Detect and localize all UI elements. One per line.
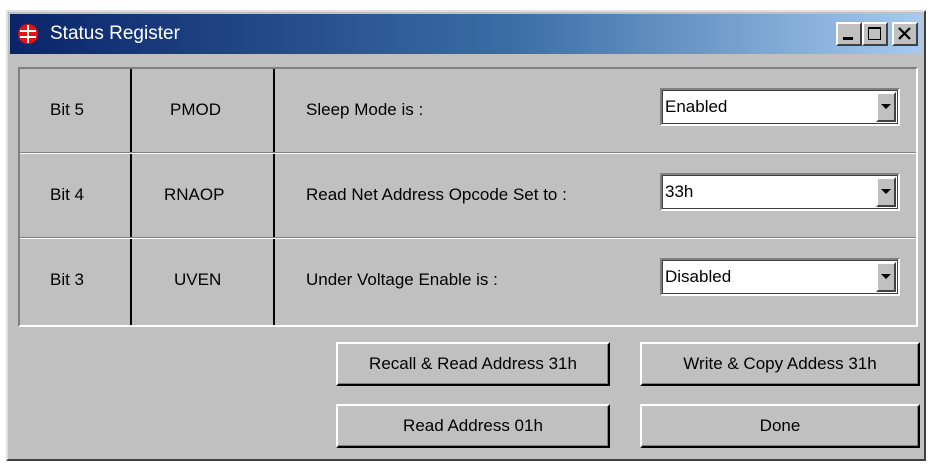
minimize-button[interactable] [836, 22, 862, 46]
recall-read-button[interactable]: Recall & Read Address 31h [336, 342, 610, 386]
dropdown-button[interactable] [876, 177, 896, 207]
bit-name: RNAOP [164, 185, 225, 204]
write-copy-button[interactable]: Write & Copy Addess 31h [640, 342, 920, 386]
bit-number: Bit 5 [50, 100, 85, 119]
minimize-icon [843, 37, 853, 40]
maximize-icon [868, 27, 881, 40]
title-bar[interactable]: Status Register [10, 14, 922, 54]
status-bits-table: Bit 5 PMOD Sleep Mode is : Enabled Bit 4… [18, 67, 918, 327]
setting-label: Read Net Address Opcode Set to : [306, 185, 567, 204]
status-register-window: Status Register Bit 5 PMOD Sleep Mode is… [6, 10, 926, 461]
bit-name: UVEN [174, 270, 222, 289]
chevron-down-icon [881, 189, 891, 194]
under-voltage-value: Disabled [665, 267, 732, 286]
chevron-down-icon [881, 104, 891, 109]
dropdown-button[interactable] [876, 262, 896, 292]
sleep-mode-value: Enabled [665, 97, 728, 116]
sleep-mode-select[interactable]: Enabled [660, 88, 900, 126]
close-icon [898, 27, 911, 40]
setting-label: Sleep Mode is : [306, 100, 424, 119]
app-logo-icon [17, 23, 39, 45]
read-address-button[interactable]: Read Address 01h [336, 404, 610, 448]
maximize-button[interactable] [862, 22, 888, 46]
bit-number: Bit 4 [50, 185, 85, 204]
column-divider [273, 69, 275, 325]
bit-name: PMOD [170, 100, 221, 119]
under-voltage-select[interactable]: Disabled [660, 258, 900, 296]
chevron-down-icon [881, 274, 891, 279]
window-title: Status Register [50, 23, 180, 44]
dropdown-button[interactable] [876, 92, 896, 122]
column-divider [130, 69, 132, 325]
row-divider [20, 152, 916, 154]
opcode-select[interactable]: 33h [660, 173, 900, 211]
row-divider [20, 237, 916, 239]
done-button[interactable]: Done [640, 404, 920, 448]
close-button[interactable] [892, 22, 918, 46]
setting-label: Under Voltage Enable is : [306, 270, 498, 289]
bit-number: Bit 3 [50, 270, 85, 289]
opcode-value: 33h [665, 182, 694, 201]
